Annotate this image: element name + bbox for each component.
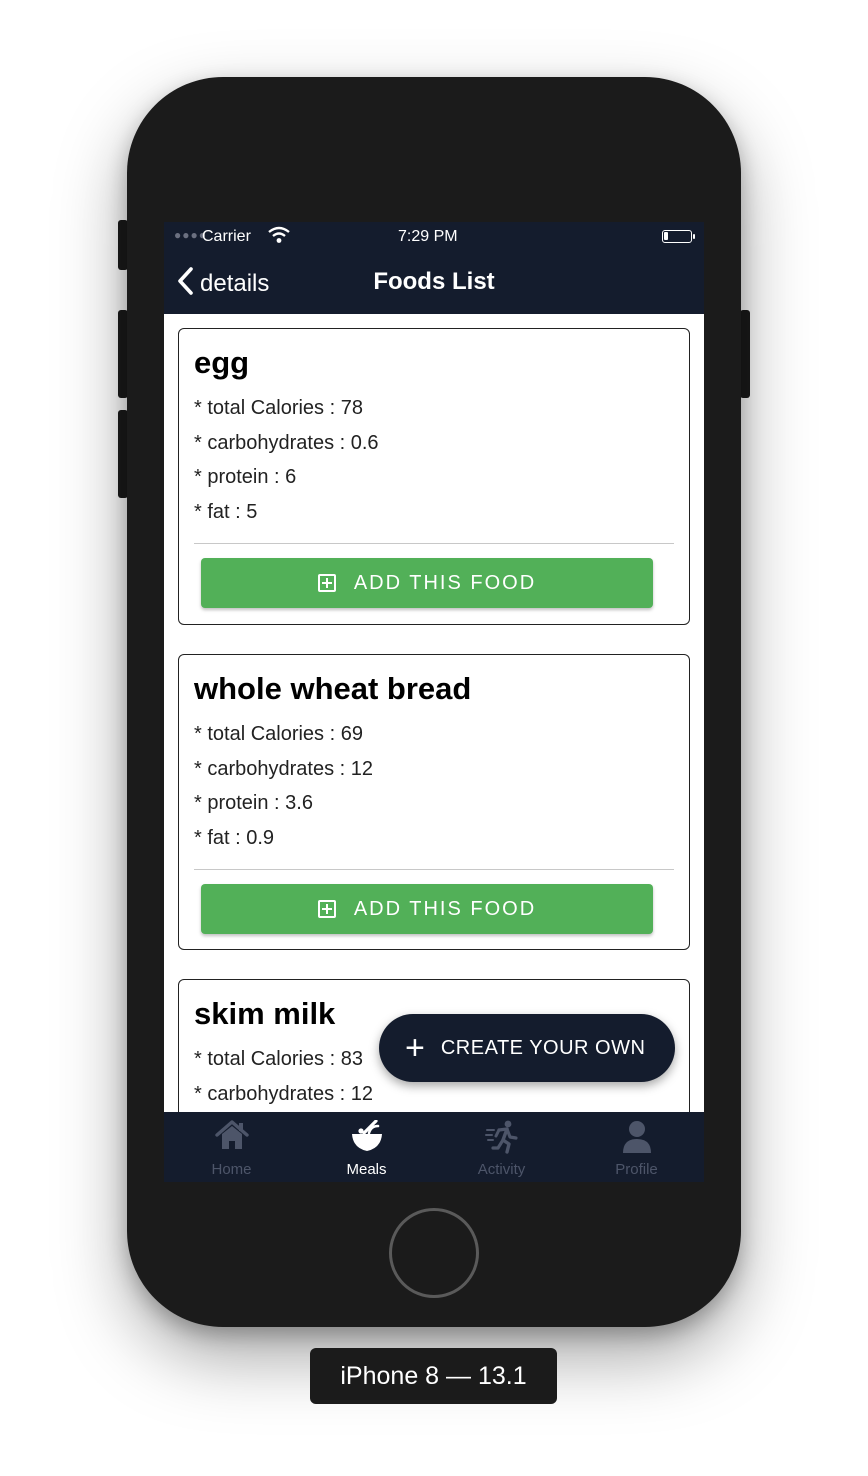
power-button bbox=[740, 310, 750, 398]
bowl-icon bbox=[350, 1119, 384, 1159]
card-divider bbox=[194, 869, 674, 870]
food-carbohydrates: * carbohydrates : 0.6 bbox=[194, 432, 379, 454]
tab-home-label: Home bbox=[211, 1161, 252, 1178]
plus-square-icon bbox=[317, 574, 336, 592]
add-food-button[interactable]: ADD THIS FOOD bbox=[201, 884, 653, 934]
tab-activity-label: Activity bbox=[477, 1161, 526, 1178]
add-food-label: ADD THIS FOOD bbox=[353, 571, 537, 594]
food-name: whole wheat bread bbox=[194, 671, 472, 706]
food-card: whole wheat bread * total Calories : 69 … bbox=[178, 654, 690, 950]
food-carbohydrates: * carbohydrates : 12 bbox=[194, 758, 373, 780]
food-calories: * total Calories : 78 bbox=[194, 397, 363, 419]
food-card: egg * total Calories : 78 * carbohydrate… bbox=[178, 328, 690, 625]
status-time: 7:29 PM bbox=[398, 228, 458, 245]
card-divider bbox=[194, 543, 674, 544]
food-protein: * protein : 3.6 bbox=[194, 792, 313, 814]
tab-bar: Home Meals Activity Profile bbox=[164, 1112, 704, 1182]
tab-profile-label: Profile bbox=[615, 1161, 658, 1178]
food-carbohydrates: * carbohydrates : 12 bbox=[194, 1083, 373, 1105]
tab-meals[interactable]: Meals bbox=[299, 1112, 434, 1182]
add-food-label: ADD THIS FOOD bbox=[353, 897, 537, 920]
tab-profile[interactable]: Profile bbox=[569, 1112, 704, 1182]
tab-activity[interactable]: Activity bbox=[434, 1112, 569, 1182]
tab-home[interactable]: Home bbox=[164, 1112, 299, 1182]
food-name: skim milk bbox=[194, 996, 336, 1031]
device-label: iPhone 8 — 13.1 bbox=[310, 1348, 557, 1404]
food-calories: * total Calories : 69 bbox=[194, 723, 363, 745]
food-fat: * fat : 0.9 bbox=[194, 827, 275, 849]
food-fat: * fat : 5 bbox=[194, 501, 258, 523]
navigation-bar: details Foods List bbox=[164, 252, 704, 314]
create-your-own-button[interactable]: + CREATE YOUR OWN bbox=[379, 1014, 675, 1082]
home-icon bbox=[214, 1120, 249, 1155]
screen: ●●●● Carrier 7:29 PM details Foods List … bbox=[164, 222, 704, 1182]
foods-list: egg * total Calories : 78 * carbohydrate… bbox=[164, 314, 704, 1112]
plus-square-icon bbox=[317, 900, 336, 918]
battery-icon bbox=[662, 230, 695, 243]
add-food-button[interactable]: ADD THIS FOOD bbox=[201, 558, 653, 608]
food-name: egg bbox=[194, 345, 250, 380]
plus-icon: + bbox=[405, 1029, 425, 1067]
create-your-own-label: CREATE YOUR OWN bbox=[440, 1036, 646, 1059]
home-button[interactable] bbox=[389, 1208, 479, 1298]
food-calories: * total Calories : 83 bbox=[194, 1048, 363, 1070]
user-icon bbox=[622, 1120, 652, 1159]
tab-meals-label: Meals bbox=[346, 1161, 387, 1178]
wifi-icon bbox=[268, 226, 290, 249]
food-protein: * protein : 6 bbox=[194, 466, 297, 488]
page-title: Foods List bbox=[373, 268, 495, 295]
running-icon bbox=[484, 1120, 519, 1159]
carrier-label: Carrier bbox=[202, 228, 251, 245]
status-bar: ●●●● Carrier 7:29 PM bbox=[164, 222, 704, 252]
